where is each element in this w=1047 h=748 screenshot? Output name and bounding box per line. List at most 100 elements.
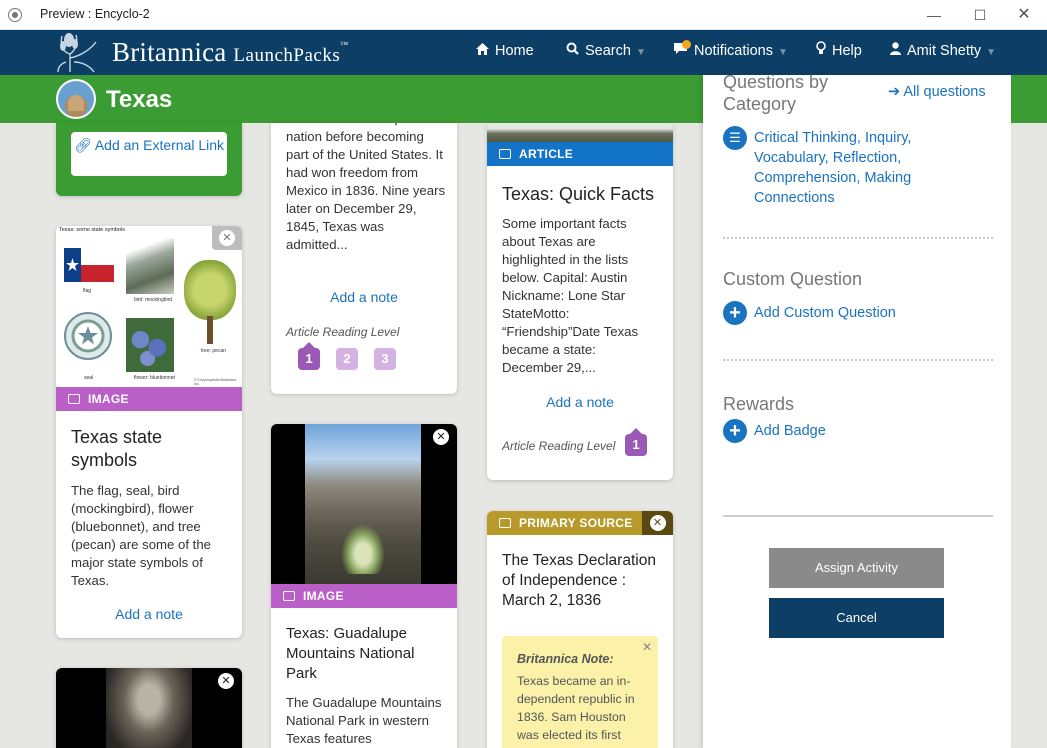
- add-note-button[interactable]: Add a note: [487, 394, 673, 410]
- close-window-button[interactable]: ✕: [1001, 0, 1047, 30]
- nav-user-label: Amit Shetty: [907, 43, 982, 59]
- card-title[interactable]: Texas: Guadalupe Mountains National Park: [286, 624, 446, 684]
- reading-level-label: Article Reading Level: [286, 325, 400, 339]
- chevron-down-icon: ▼: [777, 47, 788, 58]
- card-description: The Guadalupe Mountains National Park in…: [286, 695, 442, 746]
- reading-level-2[interactable]: 2: [336, 348, 358, 370]
- cancel-button[interactable]: Cancel: [769, 598, 944, 638]
- card-description: Texas was an independent nation before b…: [286, 123, 446, 252]
- all-questions-link[interactable]: ➔ All questions: [888, 82, 986, 102]
- add-badge-button[interactable]: Add Badge: [754, 421, 826, 441]
- notification-dot: [682, 40, 691, 49]
- nav-notifications[interactable]: Notifications ▼: [673, 30, 788, 75]
- remove-card-button[interactable]: ✕: [642, 511, 673, 535]
- card-title[interactable]: The Texas Declaration of Independence : …: [502, 551, 666, 611]
- image-type-text: IMAGE: [88, 392, 129, 406]
- image-type-label: IMAGE: [56, 387, 242, 411]
- nav-home[interactable]: Home: [476, 30, 534, 75]
- home-icon: [476, 43, 489, 55]
- reading-level-1[interactable]: 1: [298, 342, 320, 370]
- article-type-text: ARTICLE: [519, 147, 574, 161]
- historic-portrait-image: [106, 668, 192, 748]
- texas-avatar: [56, 79, 96, 119]
- remove-card-button[interactable]: ✕: [433, 429, 449, 445]
- add-badge-icon[interactable]: +: [723, 419, 747, 443]
- card-title[interactable]: Texas: Quick Facts: [502, 183, 662, 206]
- app-icon: [8, 8, 22, 22]
- quick-facts-card[interactable]: ARTICLE Texas: Quick Facts Some importan…: [487, 123, 673, 480]
- declaration-card[interactable]: PRIMARY SOURCE ✕ The Texas Declaration o…: [487, 511, 673, 748]
- close-icon: ✕: [219, 230, 235, 246]
- thumb-credit: © Encyclopædia Britannica, Inc.: [194, 378, 238, 386]
- brand-wordmark: Britannica LaunchPacks™: [112, 37, 348, 68]
- lightbulb-icon: [816, 41, 826, 54]
- card-title[interactable]: Texas state symbols: [71, 426, 221, 472]
- maximize-button[interactable]: ☐: [957, 0, 1003, 30]
- historic-photo-card[interactable]: ✕: [56, 668, 242, 748]
- remove-card-button[interactable]: ✕: [218, 673, 234, 689]
- thumb-bird-caption: bird: mockingbird: [134, 297, 173, 303]
- close-note-icon[interactable]: ✕: [642, 640, 652, 654]
- card-description: The flag, seal, bird (mockingbird), flow…: [71, 483, 212, 588]
- add-external-link-label: Add an External Link: [94, 137, 225, 153]
- top-nav: Britannica LaunchPacks™ Home Search ▼ Not…: [0, 30, 1047, 75]
- bluebonnet-image: [126, 318, 174, 372]
- divider: [723, 237, 993, 239]
- article-type-label: ARTICLE: [487, 142, 673, 166]
- list-icon: ☰: [723, 126, 747, 150]
- all-questions-label: All questions: [903, 84, 986, 100]
- nav-help-label: Help: [832, 43, 862, 59]
- primary-source-type-text: PRIMARY SOURCE: [519, 516, 633, 530]
- note-body: Texas became an in-dependent republic in…: [517, 674, 635, 742]
- brand-product: LaunchPacks: [233, 45, 341, 66]
- add-custom-question-button[interactable]: Add Custom Question: [754, 303, 896, 323]
- category-reflection[interactable]: Reflection: [833, 150, 897, 166]
- search-icon: [566, 42, 579, 55]
- reading-level-label: Article Reading Level: [502, 439, 616, 453]
- category-critical-thinking[interactable]: Critical Thinking: [754, 130, 857, 146]
- guadalupe-card[interactable]: ✕ IMAGE Texas: Guadalupe Mountains Natio…: [271, 424, 457, 748]
- state-symbols-thumbnail: Texas: some state symbols flag bird: moc…: [56, 226, 242, 387]
- card-description: Some important facts about Texas are hig…: [502, 216, 639, 375]
- note-title: Britannica Note:: [517, 652, 614, 666]
- page-title: Texas: [106, 86, 173, 113]
- brand-trademark: ™: [340, 40, 349, 49]
- window-titlebar: Preview : Encyclo-2 — ☐ ✕: [0, 0, 1047, 30]
- state-symbols-card[interactable]: Texas: some state symbols flag bird: moc…: [56, 226, 242, 638]
- nav-search-label: Search: [585, 43, 631, 59]
- pecan-tree-image: [184, 260, 236, 346]
- category-inquiry[interactable]: Inquiry: [865, 130, 907, 146]
- questions-by-category-heading: Questions by Category: [723, 72, 829, 114]
- image-icon: [68, 394, 80, 404]
- add-note-button[interactable]: Add a note: [271, 289, 457, 305]
- add-external-link-button[interactable]: 🔗︎ Add an External Link: [71, 132, 227, 176]
- add-note-button[interactable]: Add a note: [56, 606, 242, 622]
- reading-level-1[interactable]: 1: [625, 428, 647, 456]
- thumb-tree-caption: tree: pecan: [201, 348, 227, 354]
- nav-help[interactable]: Help: [816, 30, 862, 75]
- custom-question-heading: Custom Question: [723, 269, 863, 289]
- chevron-down-icon: ▼: [986, 47, 997, 58]
- rewards-heading: Rewards: [723, 394, 795, 414]
- independent-nation-card[interactable]: Texas was an independent nation before b…: [271, 123, 457, 394]
- texas-seal-image: [64, 312, 112, 360]
- nav-search[interactable]: Search ▼: [566, 30, 646, 75]
- minimize-button[interactable]: —: [911, 0, 957, 30]
- guadalupe-photo: [271, 424, 457, 584]
- close-icon: ✕: [649, 515, 666, 531]
- link-icon: 🔗︎: [73, 137, 92, 153]
- close-icon: ✕: [436, 431, 446, 443]
- britannica-note: ✕ Britannica Note: Texas became an in-de…: [502, 636, 658, 748]
- image-type-label: IMAGE: [271, 584, 457, 608]
- question-categories: Critical Thinking, Inquiry, Vocabulary, …: [754, 130, 912, 206]
- assign-activity-button[interactable]: Assign Activity: [769, 548, 944, 588]
- thumb-seal-caption: seal: [84, 375, 94, 381]
- thumb-heading: Texas: some state symbols: [59, 227, 126, 233]
- reading-level-3[interactable]: 3: [374, 348, 396, 370]
- add-custom-question-icon[interactable]: +: [723, 301, 747, 325]
- category-comprehension[interactable]: Comprehension: [754, 170, 856, 186]
- remove-card-button[interactable]: ✕: [212, 226, 242, 250]
- category-vocabulary[interactable]: Vocabulary: [754, 150, 825, 166]
- nav-user-menu[interactable]: Amit Shetty ▼: [890, 30, 996, 75]
- activity-panel: Questions by Category ➔ All questions ☰ …: [703, 72, 1011, 748]
